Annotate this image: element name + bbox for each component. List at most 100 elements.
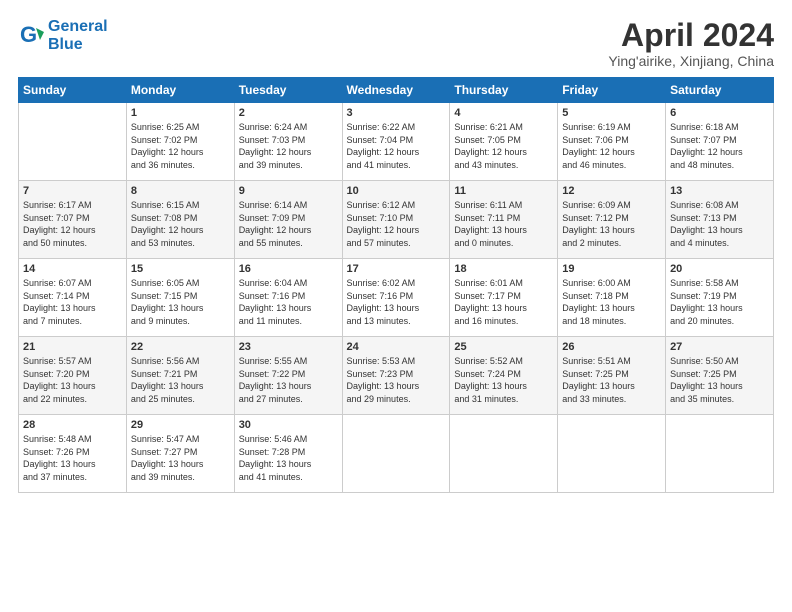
- week-row-5: 28 Sunrise: 5:48 AMSunset: 7:26 PMDayligh…: [19, 415, 774, 493]
- day-info: Sunrise: 6:00 AMSunset: 7:18 PMDaylight:…: [562, 277, 661, 327]
- logo: G General Blue: [18, 18, 108, 53]
- day-info: Sunrise: 6:19 AMSunset: 7:06 PMDaylight:…: [562, 121, 661, 171]
- day-info: Sunrise: 6:05 AMSunset: 7:15 PMDaylight:…: [131, 277, 230, 327]
- day-number: 9: [239, 185, 338, 197]
- day-cell: 16 Sunrise: 6:04 AMSunset: 7:16 PMDayligh…: [234, 259, 342, 337]
- day-number: 23: [239, 341, 338, 353]
- day-number: 10: [347, 185, 446, 197]
- header-row: Sunday Monday Tuesday Wednesday Thursday…: [19, 78, 774, 103]
- day-number: 29: [131, 419, 230, 431]
- day-number: 1: [131, 107, 230, 119]
- day-cell: 5 Sunrise: 6:19 AMSunset: 7:06 PMDaylight…: [558, 103, 666, 181]
- week-row-3: 14Sunrise: 6:07 AMSunset: 7:14 PMDayligh…: [19, 259, 774, 337]
- day-cell: 4 Sunrise: 6:21 AMSunset: 7:05 PMDaylight…: [450, 103, 558, 181]
- col-tuesday: Tuesday: [234, 78, 342, 103]
- day-number: 22: [131, 341, 230, 353]
- day-info: Sunrise: 6:21 AMSunset: 7:05 PMDaylight:…: [454, 121, 553, 171]
- month-title: April 2024: [608, 18, 774, 53]
- day-cell: [342, 415, 450, 493]
- day-cell: 24Sunrise: 5:53 AMSunset: 7:23 PMDayligh…: [342, 337, 450, 415]
- day-cell: 9 Sunrise: 6:14 AMSunset: 7:09 PMDaylight…: [234, 181, 342, 259]
- logo-text-line2: Blue: [48, 36, 108, 54]
- day-info: Sunrise: 5:48 AMSunset: 7:26 PMDaylight:…: [23, 433, 122, 483]
- day-info: Sunrise: 6:25 AMSunset: 7:02 PMDaylight:…: [131, 121, 230, 171]
- day-cell: 1 Sunrise: 6:25 AMSunset: 7:02 PMDaylight…: [126, 103, 234, 181]
- day-info: Sunrise: 5:51 AMSunset: 7:25 PMDaylight:…: [562, 355, 661, 405]
- day-number: 17: [347, 263, 446, 275]
- day-cell: 21Sunrise: 5:57 AMSunset: 7:20 PMDayligh…: [19, 337, 127, 415]
- day-number: 14: [23, 263, 122, 275]
- day-number: 3: [347, 107, 446, 119]
- day-number: 11: [454, 185, 553, 197]
- day-info: Sunrise: 5:58 AMSunset: 7:19 PMDaylight:…: [670, 277, 769, 327]
- day-cell: 13 Sunrise: 6:08 AMSunset: 7:13 PMDayligh…: [666, 181, 774, 259]
- day-number: 13: [670, 185, 769, 197]
- day-info: Sunrise: 5:52 AMSunset: 7:24 PMDaylight:…: [454, 355, 553, 405]
- day-info: Sunrise: 5:50 AMSunset: 7:25 PMDaylight:…: [670, 355, 769, 405]
- day-number: 28: [23, 419, 122, 431]
- day-number: 20: [670, 263, 769, 275]
- col-sunday: Sunday: [19, 78, 127, 103]
- day-cell: 15Sunrise: 6:05 AMSunset: 7:15 PMDayligh…: [126, 259, 234, 337]
- day-cell: 18 Sunrise: 6:01 AMSunset: 7:17 PMDayligh…: [450, 259, 558, 337]
- day-cell: 10 Sunrise: 6:12 AMSunset: 7:10 PMDayligh…: [342, 181, 450, 259]
- day-info: Sunrise: 6:12 AMSunset: 7:10 PMDaylight:…: [347, 199, 446, 249]
- col-friday: Friday: [558, 78, 666, 103]
- week-row-1: 1 Sunrise: 6:25 AMSunset: 7:02 PMDaylight…: [19, 103, 774, 181]
- day-cell: [450, 415, 558, 493]
- day-info: Sunrise: 6:08 AMSunset: 7:13 PMDaylight:…: [670, 199, 769, 249]
- day-cell: 8 Sunrise: 6:15 AMSunset: 7:08 PMDaylight…: [126, 181, 234, 259]
- day-info: Sunrise: 6:15 AMSunset: 7:08 PMDaylight:…: [131, 199, 230, 249]
- day-cell: 7Sunrise: 6:17 AMSunset: 7:07 PMDaylight…: [19, 181, 127, 259]
- day-cell: [19, 103, 127, 181]
- svg-text:G: G: [20, 22, 37, 47]
- day-number: 27: [670, 341, 769, 353]
- day-number: 4: [454, 107, 553, 119]
- page: G General Blue April 2024 Ying'airike, X…: [0, 0, 792, 612]
- day-info: Sunrise: 6:22 AMSunset: 7:04 PMDaylight:…: [347, 121, 446, 171]
- day-number: 2: [239, 107, 338, 119]
- day-info: Sunrise: 6:24 AMSunset: 7:03 PMDaylight:…: [239, 121, 338, 171]
- logo-text-line1: General: [48, 18, 108, 36]
- day-cell: 25 Sunrise: 5:52 AMSunset: 7:24 PMDayligh…: [450, 337, 558, 415]
- day-cell: 20 Sunrise: 5:58 AMSunset: 7:19 PMDayligh…: [666, 259, 774, 337]
- day-info: Sunrise: 6:17 AMSunset: 7:07 PMDaylight:…: [23, 199, 122, 249]
- day-number: 5: [562, 107, 661, 119]
- day-info: Sunrise: 5:57 AMSunset: 7:20 PMDaylight:…: [23, 355, 122, 405]
- day-cell: 28 Sunrise: 5:48 AMSunset: 7:26 PMDayligh…: [19, 415, 127, 493]
- col-wednesday: Wednesday: [342, 78, 450, 103]
- day-number: 19: [562, 263, 661, 275]
- title-block: April 2024 Ying'airike, Xinjiang, China: [608, 18, 774, 69]
- col-thursday: Thursday: [450, 78, 558, 103]
- calendar-table: Sunday Monday Tuesday Wednesday Thursday…: [18, 77, 774, 493]
- day-info: Sunrise: 6:11 AMSunset: 7:11 PMDaylight:…: [454, 199, 553, 249]
- day-info: Sunrise: 6:01 AMSunset: 7:17 PMDaylight:…: [454, 277, 553, 327]
- day-info: Sunrise: 6:02 AMSunset: 7:16 PMDaylight:…: [347, 277, 446, 327]
- day-info: Sunrise: 5:46 AMSunset: 7:28 PMDaylight:…: [239, 433, 338, 483]
- col-monday: Monday: [126, 78, 234, 103]
- day-cell: 3 Sunrise: 6:22 AMSunset: 7:04 PMDaylight…: [342, 103, 450, 181]
- day-info: Sunrise: 6:04 AMSunset: 7:16 PMDaylight:…: [239, 277, 338, 327]
- day-number: 8: [131, 185, 230, 197]
- day-cell: [558, 415, 666, 493]
- logo-icon: G: [18, 22, 46, 50]
- day-info: Sunrise: 5:55 AMSunset: 7:22 PMDaylight:…: [239, 355, 338, 405]
- day-number: 26: [562, 341, 661, 353]
- day-info: Sunrise: 6:18 AMSunset: 7:07 PMDaylight:…: [670, 121, 769, 171]
- day-cell: 17 Sunrise: 6:02 AMSunset: 7:16 PMDayligh…: [342, 259, 450, 337]
- day-cell: 14Sunrise: 6:07 AMSunset: 7:14 PMDayligh…: [19, 259, 127, 337]
- col-saturday: Saturday: [666, 78, 774, 103]
- day-info: Sunrise: 5:47 AMSunset: 7:27 PMDaylight:…: [131, 433, 230, 483]
- day-cell: 29 Sunrise: 5:47 AMSunset: 7:27 PMDayligh…: [126, 415, 234, 493]
- day-info: Sunrise: 5:56 AMSunset: 7:21 PMDaylight:…: [131, 355, 230, 405]
- day-cell: 12 Sunrise: 6:09 AMSunset: 7:12 PMDayligh…: [558, 181, 666, 259]
- day-number: 25: [454, 341, 553, 353]
- day-number: 12: [562, 185, 661, 197]
- day-number: 16: [239, 263, 338, 275]
- day-info: Sunrise: 6:14 AMSunset: 7:09 PMDaylight:…: [239, 199, 338, 249]
- day-number: 18: [454, 263, 553, 275]
- day-cell: 6Sunrise: 6:18 AMSunset: 7:07 PMDaylight…: [666, 103, 774, 181]
- day-cell: [666, 415, 774, 493]
- location: Ying'airike, Xinjiang, China: [608, 53, 774, 69]
- day-info: Sunrise: 6:09 AMSunset: 7:12 PMDaylight:…: [562, 199, 661, 249]
